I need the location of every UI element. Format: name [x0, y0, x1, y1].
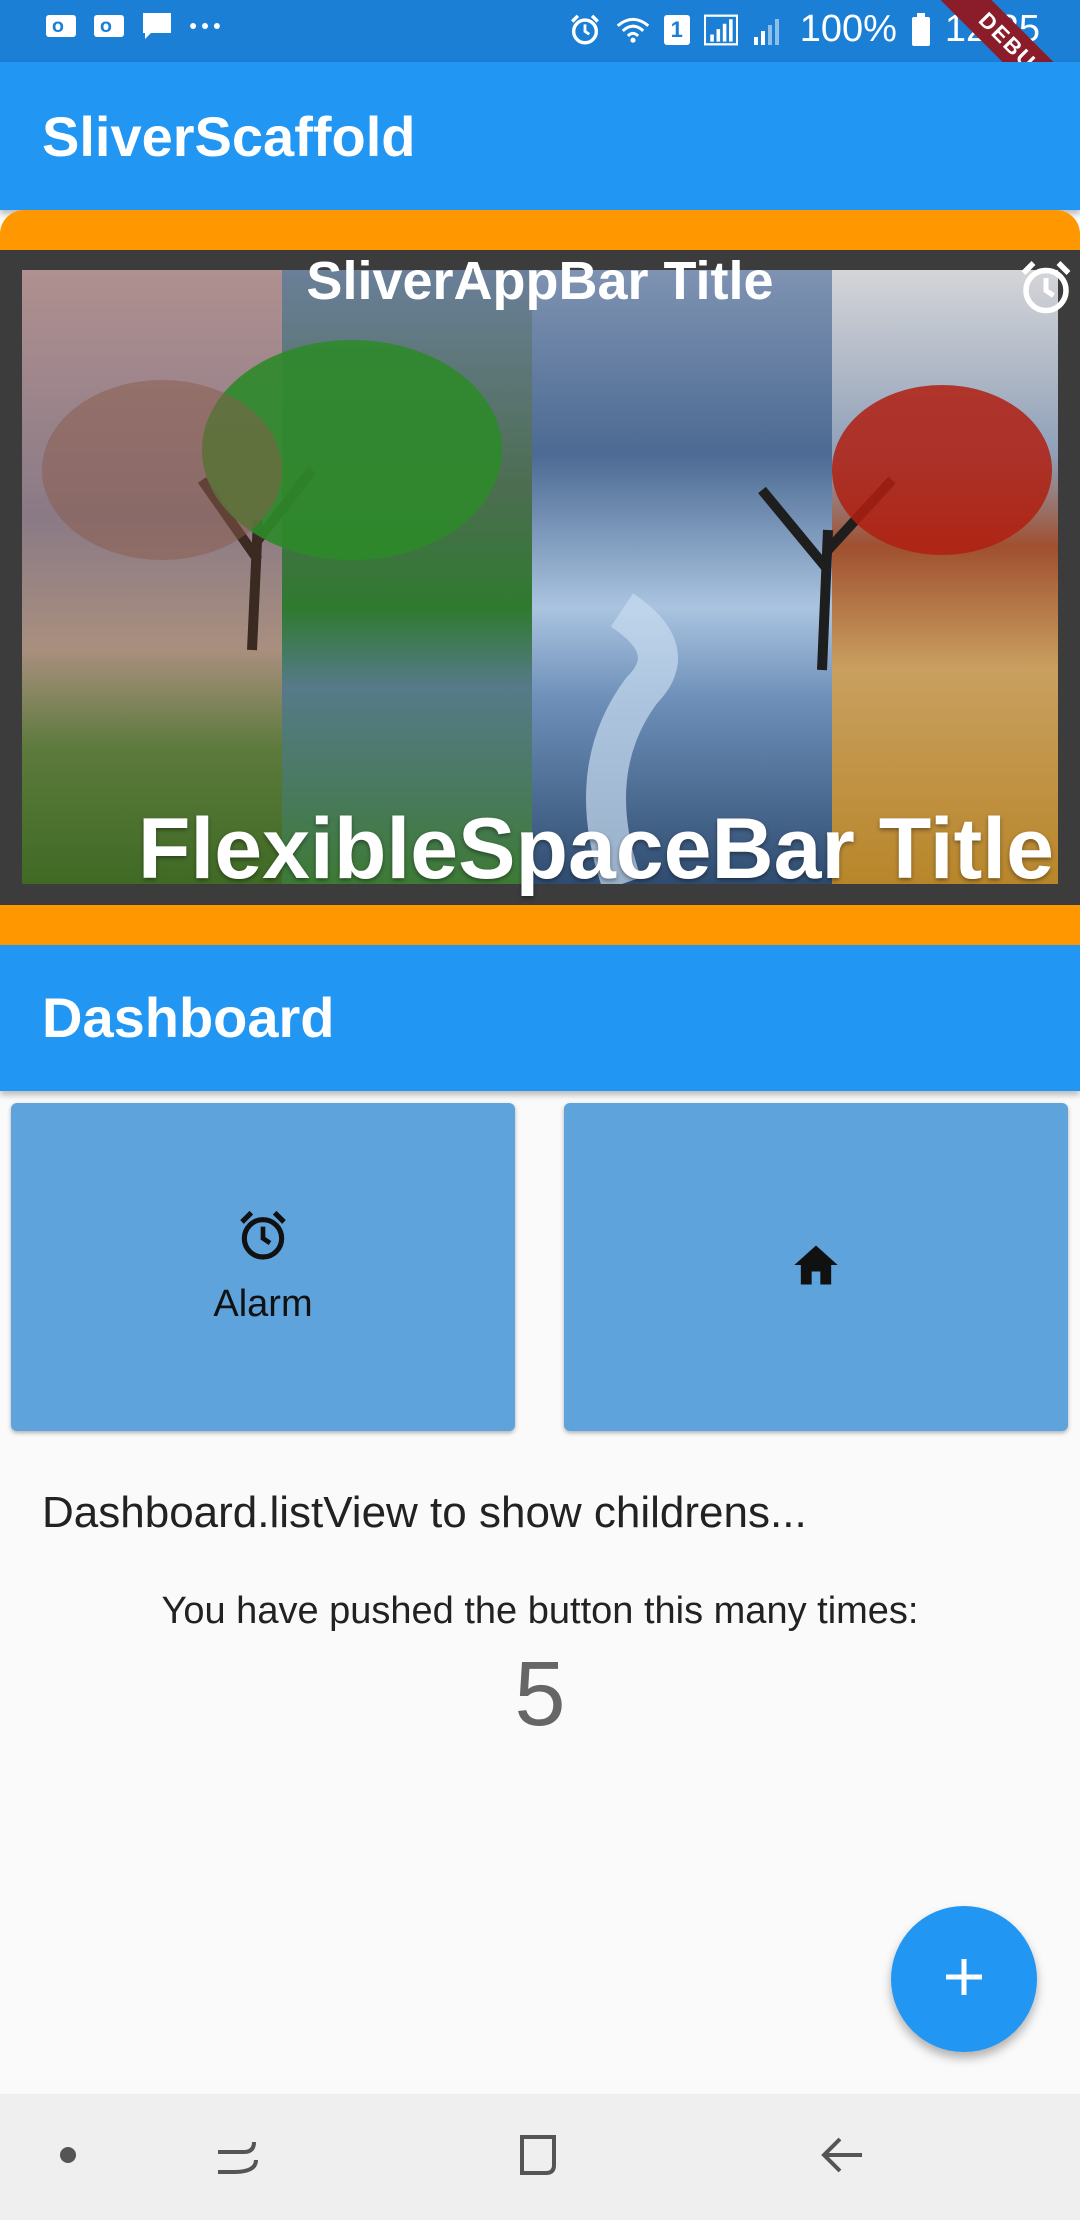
counter-value: 5	[514, 1643, 566, 1745]
home-square-icon	[514, 2131, 562, 2184]
dashboard-bar: Dashboard	[0, 945, 1080, 1091]
app-bar: SliverScaffold	[0, 62, 1080, 210]
home-card[interactable]	[564, 1103, 1068, 1431]
home-nav-button[interactable]	[508, 2127, 568, 2187]
wifi-icon	[616, 16, 650, 44]
dot-icon	[58, 2145, 78, 2170]
nav-dot-button[interactable]	[38, 2127, 98, 2187]
system-nav-bar	[0, 2094, 1080, 2220]
app-title: SliverScaffold	[42, 105, 416, 168]
sliver-app-bar-title: SliverAppBar Title	[306, 251, 774, 311]
counter-label: You have pushed the button this many tim…	[161, 1590, 919, 1632]
more-dots-icon	[188, 12, 222, 40]
flexible-space-bar-title: FlexibleSpaceBar Title	[137, 801, 1054, 897]
alarm-card-label: Alarm	[213, 1283, 313, 1325]
home-icon	[790, 1241, 842, 1294]
status-left-icons: O O	[44, 12, 222, 40]
svg-text:O: O	[52, 20, 64, 36]
four-seasons-image	[22, 270, 1058, 884]
sim-badge: 1	[670, 16, 683, 42]
recent-apps-icon	[214, 2132, 260, 2183]
alarm-icon	[568, 14, 602, 44]
alarm-icon	[235, 1208, 291, 1269]
battery-icon	[911, 12, 931, 46]
list-view-text: Dashboard.listView to show childrens...	[42, 1488, 807, 1537]
trees-illustration	[42, 340, 1052, 884]
sim-icon: 1	[663, 14, 690, 45]
back-nav-button[interactable]	[812, 2127, 872, 2187]
recent-apps-button[interactable]	[207, 2127, 267, 2187]
outlook-icon: O	[44, 12, 78, 40]
alarm-card[interactable]: Alarm	[11, 1103, 515, 1431]
signal-weak-icon	[752, 16, 786, 45]
plus-icon	[942, 1955, 986, 2004]
dashboard-title: Dashboard	[42, 986, 335, 1049]
signal-icon	[703, 14, 738, 45]
svg-text:O: O	[100, 20, 112, 36]
increment-fab-button[interactable]	[891, 1906, 1037, 2052]
message-icon	[140, 12, 174, 40]
battery-percent: 100%	[799, 8, 897, 50]
outlook-icon: O	[92, 12, 126, 40]
sliver-app-bar: SliverAppBar Title FlexibleSpaceBar Titl…	[0, 210, 1080, 945]
status-bar: O O 1 100% 12:25 DEBUG	[0, 0, 1080, 153]
alarm-icon[interactable]	[1016, 258, 1076, 318]
back-icon	[818, 2131, 866, 2184]
